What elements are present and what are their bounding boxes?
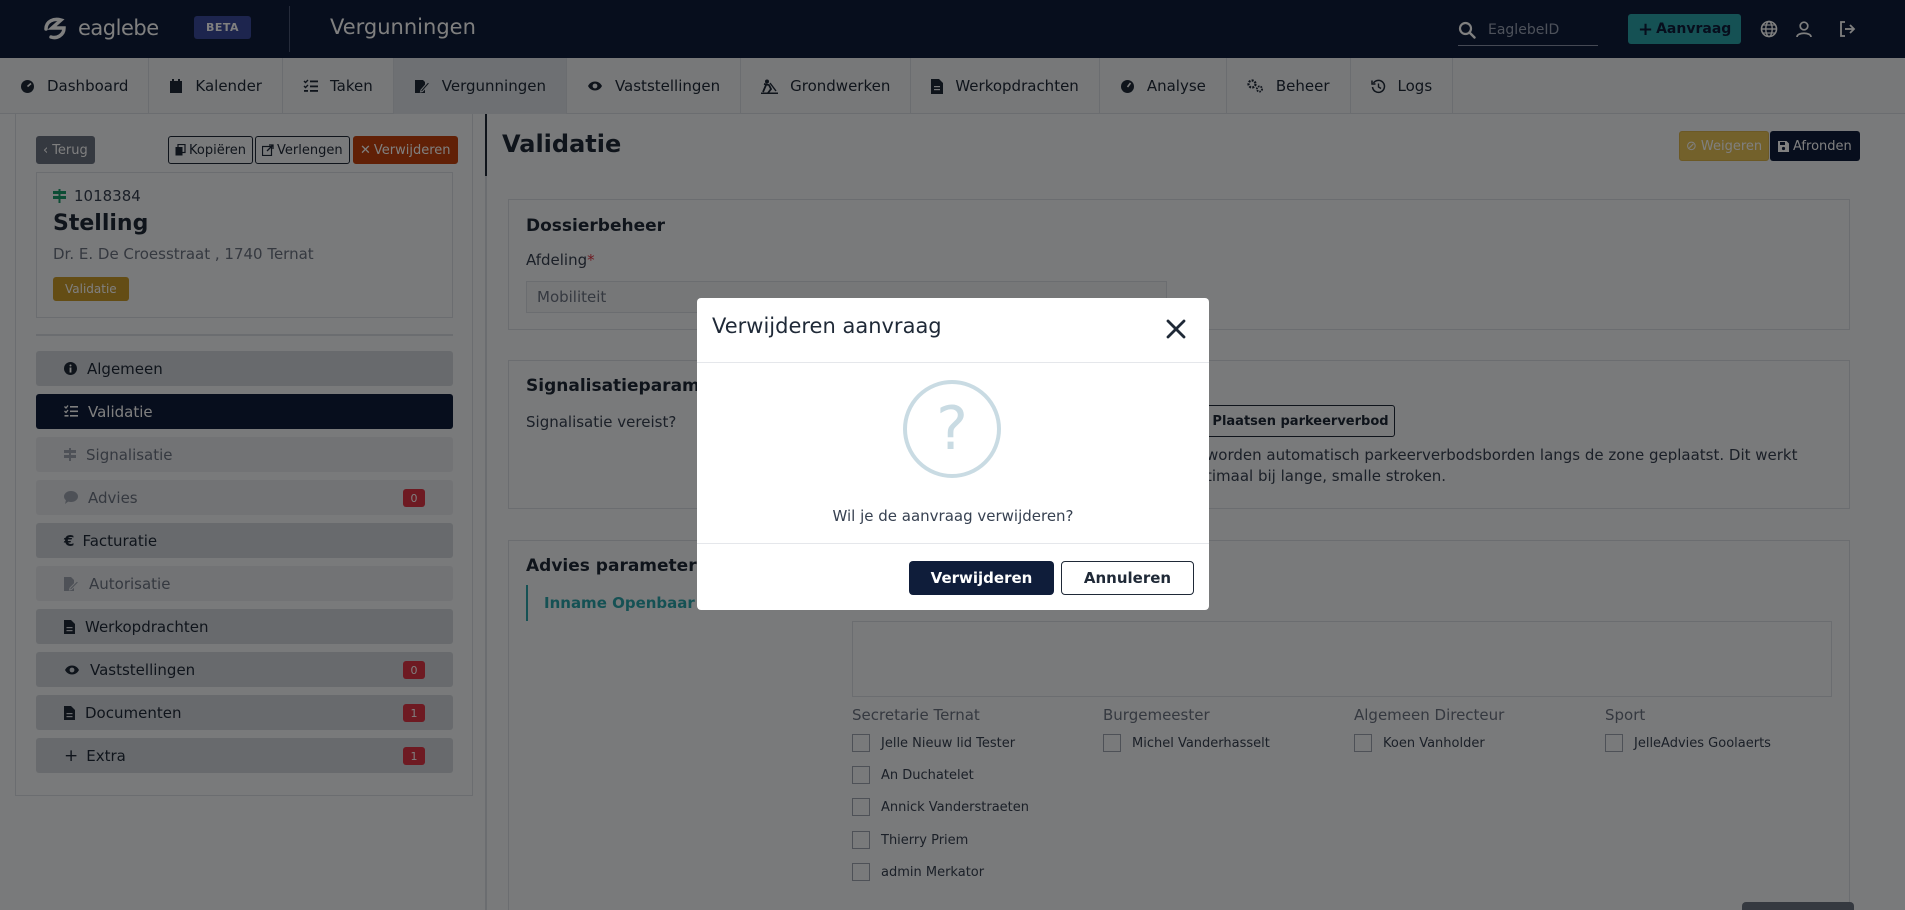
dialog-question: Wil je de aanvraag verwijderen? <box>832 507 1074 525</box>
dialog-divider <box>697 362 1209 363</box>
dialog-divider <box>697 543 1209 544</box>
dialog-title: Verwijderen aanvraag <box>712 314 942 338</box>
question-icon: ? <box>903 380 1001 478</box>
cancel-button[interactable]: Annuleren <box>1061 561 1194 595</box>
close-icon[interactable] <box>1163 316 1189 342</box>
delete-dialog: Verwijderen aanvraag ? Wil je de aanvraa… <box>697 298 1209 610</box>
confirm-delete-button[interactable]: Verwijderen <box>909 561 1054 595</box>
